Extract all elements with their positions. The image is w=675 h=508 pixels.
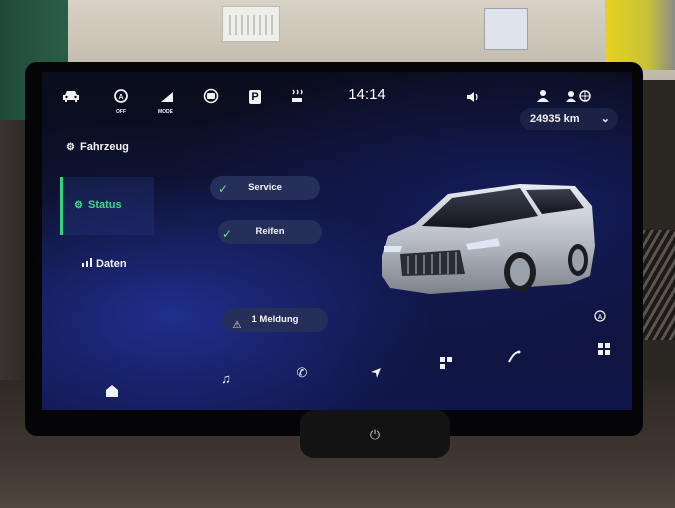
infotainment-screen: A OFF MODE P 14:14 24935 km ⌄ ⚙ Fahrzeug… — [42, 72, 632, 410]
vehicle-image — [382, 184, 595, 294]
active-indicator — [60, 177, 63, 235]
parking-label: P — [249, 90, 261, 104]
tires-label: Reifen — [255, 226, 285, 237]
parking-icon[interactable]: P — [244, 88, 266, 108]
grid-icon[interactable] — [594, 342, 614, 360]
data-bars-icon — [82, 258, 96, 270]
navigation-icon[interactable] — [366, 366, 386, 384]
message-label: 1 Meldung — [251, 314, 299, 325]
music-icon[interactable]: ♫ — [216, 370, 236, 388]
check-icon: ✓ — [218, 182, 229, 196]
car-settings-icon: ⚙ — [66, 142, 75, 153]
clock: 14:14 — [348, 86, 386, 103]
sidebar-item-fahrzeug[interactable]: ⚙ Fahrzeug — [66, 141, 129, 153]
safety-vest — [605, 0, 675, 70]
odometer-dropdown[interactable]: 24935 km ⌄ — [520, 108, 618, 130]
auto-start-stop-icon[interactable]: A — [590, 310, 610, 328]
service-label: Service — [248, 182, 282, 193]
chevron-down-icon: ⌄ — [600, 113, 610, 125]
check-icon: ✓ — [222, 227, 233, 241]
profile-icon[interactable] — [532, 88, 554, 108]
car-status-icon: ⚙ — [74, 200, 83, 211]
phone-icon[interactable]: ✆ — [292, 364, 312, 382]
sidebar-item-label: Daten — [96, 258, 127, 270]
car-icon[interactable] — [60, 88, 82, 108]
connectivity-icon[interactable] — [564, 88, 594, 108]
drive-mode-icon[interactable]: MODE — [156, 88, 178, 115]
wall-poster — [484, 8, 528, 50]
apps-icon[interactable] — [436, 356, 456, 374]
sidebar-item-label: Status — [88, 199, 122, 211]
home-icon[interactable] — [102, 384, 122, 402]
sidebar-item-daten[interactable]: Daten — [82, 258, 127, 270]
sidebar-item-label: Fahrzeug — [80, 141, 129, 153]
sidebar-item-status[interactable]: ⚙ Status — [60, 177, 154, 235]
wall-calendar — [222, 6, 280, 42]
camera-icon[interactable] — [200, 88, 222, 108]
power-icon[interactable]: ⏻ — [368, 428, 382, 442]
auto-start-stop-icon[interactable]: A OFF — [110, 88, 132, 115]
svg-text:A: A — [598, 315, 603, 321]
heated-seat-icon[interactable] — [286, 88, 308, 108]
speaker-icon[interactable] — [462, 88, 484, 108]
svg-text:A: A — [118, 94, 123, 101]
warning-icon: ⚠ — [232, 320, 242, 331]
odometer-value: 24935 km — [530, 113, 580, 125]
assist-icon[interactable] — [504, 350, 524, 368]
off-label: OFF — [116, 109, 126, 115]
mode-label: MODE — [158, 109, 173, 115]
tires-status-button[interactable]: Reifen — [218, 220, 322, 244]
